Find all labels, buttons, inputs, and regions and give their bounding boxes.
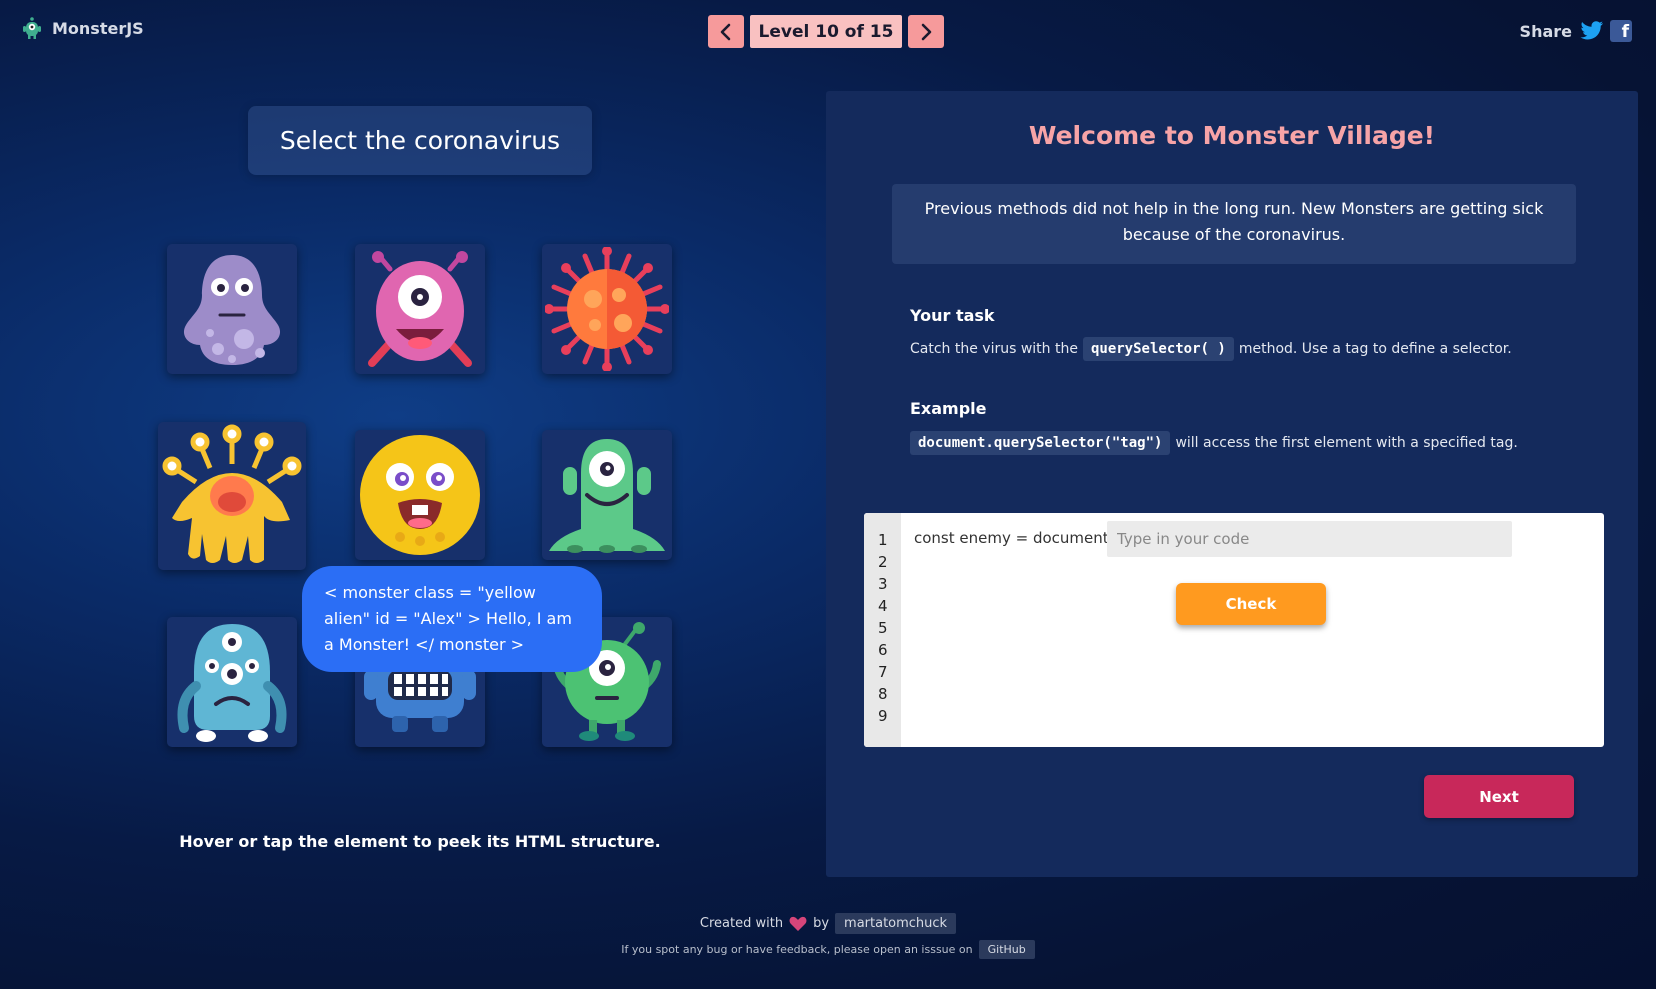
- line-number: 3: [878, 575, 888, 593]
- share-label: Share: [1519, 21, 1572, 41]
- github-link[interactable]: GitHub: [978, 940, 1035, 959]
- instruction-panel: Welcome to Monster Village! Previous met…: [826, 91, 1638, 877]
- line-number: 5: [878, 619, 888, 637]
- share-bar: Share f: [1520, 20, 1632, 42]
- line-number: 7: [878, 663, 888, 681]
- line-number: 1: [878, 531, 888, 549]
- blue-three-eye-monster-icon: [177, 624, 287, 742]
- heart-icon: [789, 916, 807, 931]
- task-text-after: method. Use a tag to define a selector.: [1238, 341, 1512, 357]
- html-structure-tooltip: < monster class = "yellow alien" id = "A…: [302, 566, 602, 672]
- line-number: 9: [878, 707, 888, 725]
- code-prefix: const enemy = document.: [914, 529, 1114, 547]
- monster-tile-coronavirus[interactable]: [542, 244, 672, 374]
- monster-logo-icon: [23, 17, 41, 39]
- app-logo[interactable]: MonsterJS: [20, 16, 144, 40]
- twitter-icon[interactable]: [1580, 21, 1604, 41]
- line-number: 2: [878, 553, 888, 571]
- level-instruction-title: Select the coronavirus: [248, 106, 592, 175]
- chevron-right-icon: [921, 23, 932, 40]
- task-text: Catch the virus with the querySelector( …: [910, 337, 1512, 361]
- monster-tile-blue-three-eye[interactable]: [167, 617, 297, 747]
- feedback-text: If you spot any bug or have feedback, pl…: [621, 943, 973, 956]
- monster-tile-yellow-alien[interactable]: [158, 422, 306, 570]
- pink-one-eye-monster-icon: [368, 251, 472, 367]
- coronavirus-icon: [545, 247, 669, 371]
- level-indicator[interactable]: Level 10 of 15: [750, 15, 902, 48]
- line-number: 6: [878, 641, 888, 659]
- example-text-after: will access the first element with a spe…: [1175, 435, 1518, 451]
- purple-blob-monster-icon: [183, 255, 281, 365]
- next-level-button[interactable]: [908, 15, 944, 48]
- level-description: Previous methods did not help in the lon…: [892, 184, 1576, 264]
- task-code-chip: querySelector( ): [1082, 337, 1234, 361]
- hover-hint: Hover or tap the element to peek its HTM…: [179, 832, 661, 851]
- monster-tile-pink-one-eye[interactable]: [355, 244, 485, 374]
- example-code-chip: document.querySelector("tag"): [910, 431, 1171, 455]
- line-number: 4: [878, 597, 888, 615]
- monster-tile-purple-blob[interactable]: [167, 244, 297, 374]
- task-heading: Your task: [910, 306, 995, 325]
- level-navigation: Level 10 of 15: [708, 15, 944, 48]
- check-button[interactable]: Check: [1176, 583, 1326, 625]
- app-name: MonsterJS: [52, 18, 144, 38]
- footer-credits: Created with by martatomchuck: [0, 913, 1656, 934]
- monster-tile-yellow-smiley[interactable]: [355, 430, 485, 560]
- example-text: document.querySelector("tag") will acces…: [910, 431, 1518, 455]
- example-heading: Example: [910, 399, 987, 418]
- previous-level-button[interactable]: [708, 15, 744, 48]
- line-number: 8: [878, 685, 888, 703]
- author-link[interactable]: martatomchuck: [835, 913, 957, 934]
- yellow-smiley-monster-icon: [360, 435, 480, 555]
- next-button[interactable]: Next: [1424, 775, 1574, 818]
- green-one-eye-monster-icon: [549, 439, 665, 553]
- code-editor: 1 2 3 4 5 6 7 8 9 const enemy = document…: [864, 513, 1604, 747]
- code-input[interactable]: [1107, 521, 1512, 557]
- by-label: by: [813, 916, 830, 931]
- panel-title: Welcome to Monster Village!: [1028, 121, 1436, 150]
- yellow-alien-monster-icon: [162, 424, 302, 563]
- facebook-icon[interactable]: f: [1610, 20, 1632, 42]
- task-text-before: Catch the virus with the: [910, 341, 1078, 357]
- line-number-gutter: 1 2 3 4 5 6 7 8 9: [864, 513, 901, 747]
- footer-feedback: If you spot any bug or have feedback, pl…: [0, 940, 1656, 959]
- created-with-label: Created with: [699, 916, 784, 931]
- chevron-left-icon: [720, 23, 731, 40]
- monster-tile-green-one-eye[interactable]: [542, 430, 672, 560]
